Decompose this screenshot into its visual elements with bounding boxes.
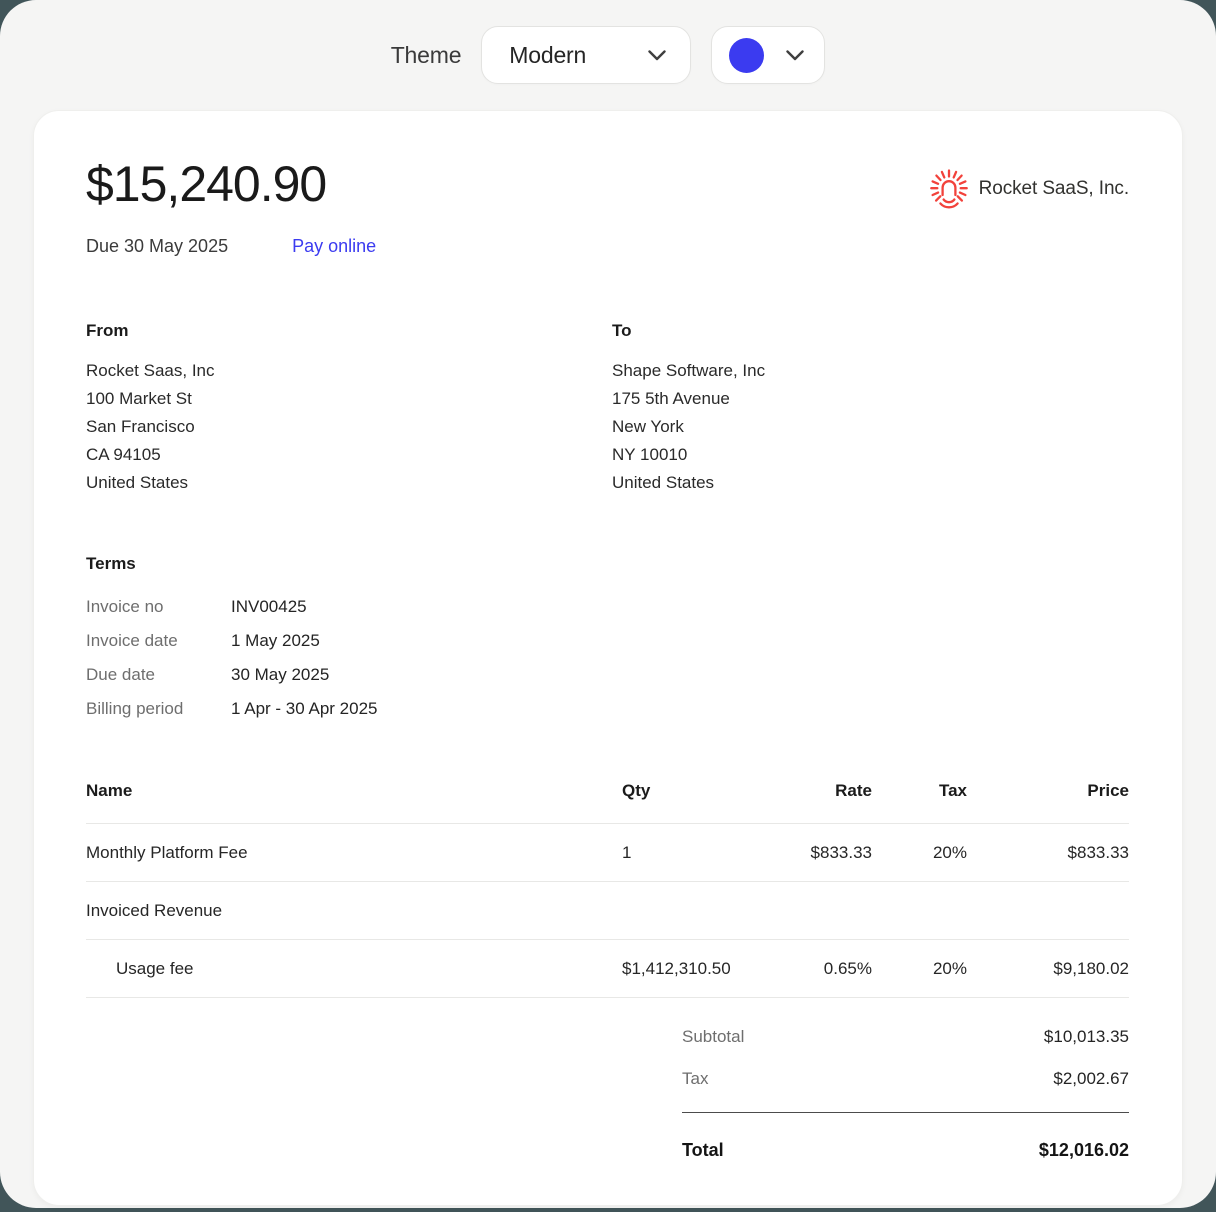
color-dropdown[interactable] — [711, 26, 825, 84]
to-heading: To — [612, 321, 765, 341]
from-address: From Rocket Saas, Inc 100 Market St San … — [86, 321, 612, 497]
item-name: Usage fee — [86, 959, 622, 979]
invoice-card: $15,240.90 — [33, 110, 1183, 1206]
term-label: Due date — [86, 658, 231, 692]
theme-label: Theme — [391, 42, 462, 69]
term-label: Invoice no — [86, 590, 231, 624]
item-name: Monthly Platform Fee — [86, 843, 622, 863]
to-address: To Shape Software, Inc 175 5th Avenue Ne… — [612, 321, 765, 497]
chevron-down-icon — [786, 50, 804, 61]
table-header-row: Name Qty Rate Tax Price — [86, 781, 1129, 824]
table-row: Usage fee $1,412,310.50 0.65% 20% $9,180… — [86, 940, 1129, 998]
item-qty: 1 — [622, 843, 732, 863]
invoice-header: $15,240.90 — [86, 157, 1129, 212]
item-rate: 0.65% — [732, 959, 872, 979]
theme-dropdown[interactable]: Modern — [481, 26, 691, 84]
table-row: Monthly Platform Fee 1 $833.33 20% $833.… — [86, 824, 1129, 882]
table-group-row: Invoiced Revenue — [86, 882, 1129, 940]
item-tax: 20% — [872, 959, 967, 979]
pay-online-link[interactable]: Pay online — [292, 236, 376, 257]
total-divider — [682, 1112, 1129, 1113]
address-line: 175 5th Avenue — [612, 385, 765, 413]
rocket-logo-icon — [930, 169, 968, 209]
total-value: $12,016.02 — [1039, 1141, 1129, 1159]
from-heading: From — [86, 321, 612, 341]
term-value: 1 May 2025 — [231, 624, 320, 658]
address-line: CA 94105 — [86, 441, 612, 469]
total-row: Total $12,016.02 — [682, 1141, 1129, 1159]
company-name: Rocket SaaS, Inc. — [979, 178, 1129, 200]
address-line: United States — [86, 469, 612, 497]
subtotal-value: $10,013.35 — [1044, 1028, 1129, 1046]
theme-dropdown-value: Modern — [509, 42, 586, 69]
item-qty: $1,412,310.50 — [622, 959, 732, 979]
term-row: Due date 30 May 2025 — [86, 658, 1129, 692]
term-label: Invoice date — [86, 624, 231, 658]
terms-section: Terms Invoice no INV00425 Invoice date 1… — [86, 554, 1129, 726]
term-row: Invoice no INV00425 — [86, 590, 1129, 624]
address-line: Shape Software, Inc — [612, 357, 765, 385]
subtotal-row: Subtotal $10,013.35 — [682, 1028, 1129, 1046]
column-header-rate: Rate — [732, 781, 872, 801]
subtotal-label: Subtotal — [682, 1028, 744, 1046]
column-header-name: Name — [86, 781, 622, 801]
line-items-table: Name Qty Rate Tax Price Monthly Platform… — [86, 781, 1129, 998]
item-price: $9,180.02 — [967, 959, 1129, 979]
group-name: Invoiced Revenue — [86, 901, 1129, 921]
address-line: 100 Market St — [86, 385, 612, 413]
tax-label: Tax — [682, 1070, 708, 1088]
company-identity: Rocket SaaS, Inc. — [930, 169, 1129, 209]
term-row: Invoice date 1 May 2025 — [86, 624, 1129, 658]
invoice-number-link[interactable]: INV00425 — [231, 590, 307, 624]
addresses-section: From Rocket Saas, Inc 100 Market St San … — [86, 321, 1129, 497]
address-line: NY 10010 — [612, 441, 765, 469]
preview-panel: Theme Modern $15,240.90 — [0, 0, 1216, 1208]
address-line: New York — [612, 413, 765, 441]
column-header-tax: Tax — [872, 781, 967, 801]
terms-heading: Terms — [86, 554, 1129, 574]
theme-bar: Theme Modern — [0, 0, 1216, 110]
column-header-price: Price — [967, 781, 1129, 801]
totals-section: Subtotal $10,013.35 Tax $2,002.67 Total … — [682, 1028, 1129, 1159]
address-line: San Francisco — [86, 413, 612, 441]
due-date-text: Due 30 May 2025 — [86, 236, 228, 257]
item-rate: $833.33 — [732, 843, 872, 863]
term-row: Billing period 1 Apr - 30 Apr 2025 — [86, 692, 1129, 726]
tax-value: $2,002.67 — [1053, 1070, 1129, 1088]
total-label: Total — [682, 1141, 724, 1159]
term-value: 1 Apr - 30 Apr 2025 — [231, 692, 378, 726]
color-swatch — [729, 38, 764, 73]
term-value: 30 May 2025 — [231, 658, 329, 692]
term-label: Billing period — [86, 692, 231, 726]
tax-row: Tax $2,002.67 — [682, 1070, 1129, 1088]
due-row: Due 30 May 2025 Pay online — [86, 236, 1129, 257]
item-tax: 20% — [872, 843, 967, 863]
item-price: $833.33 — [967, 843, 1129, 863]
column-header-qty: Qty — [622, 781, 732, 801]
address-line: Rocket Saas, Inc — [86, 357, 612, 385]
chevron-down-icon — [648, 50, 666, 61]
address-line: United States — [612, 469, 765, 497]
